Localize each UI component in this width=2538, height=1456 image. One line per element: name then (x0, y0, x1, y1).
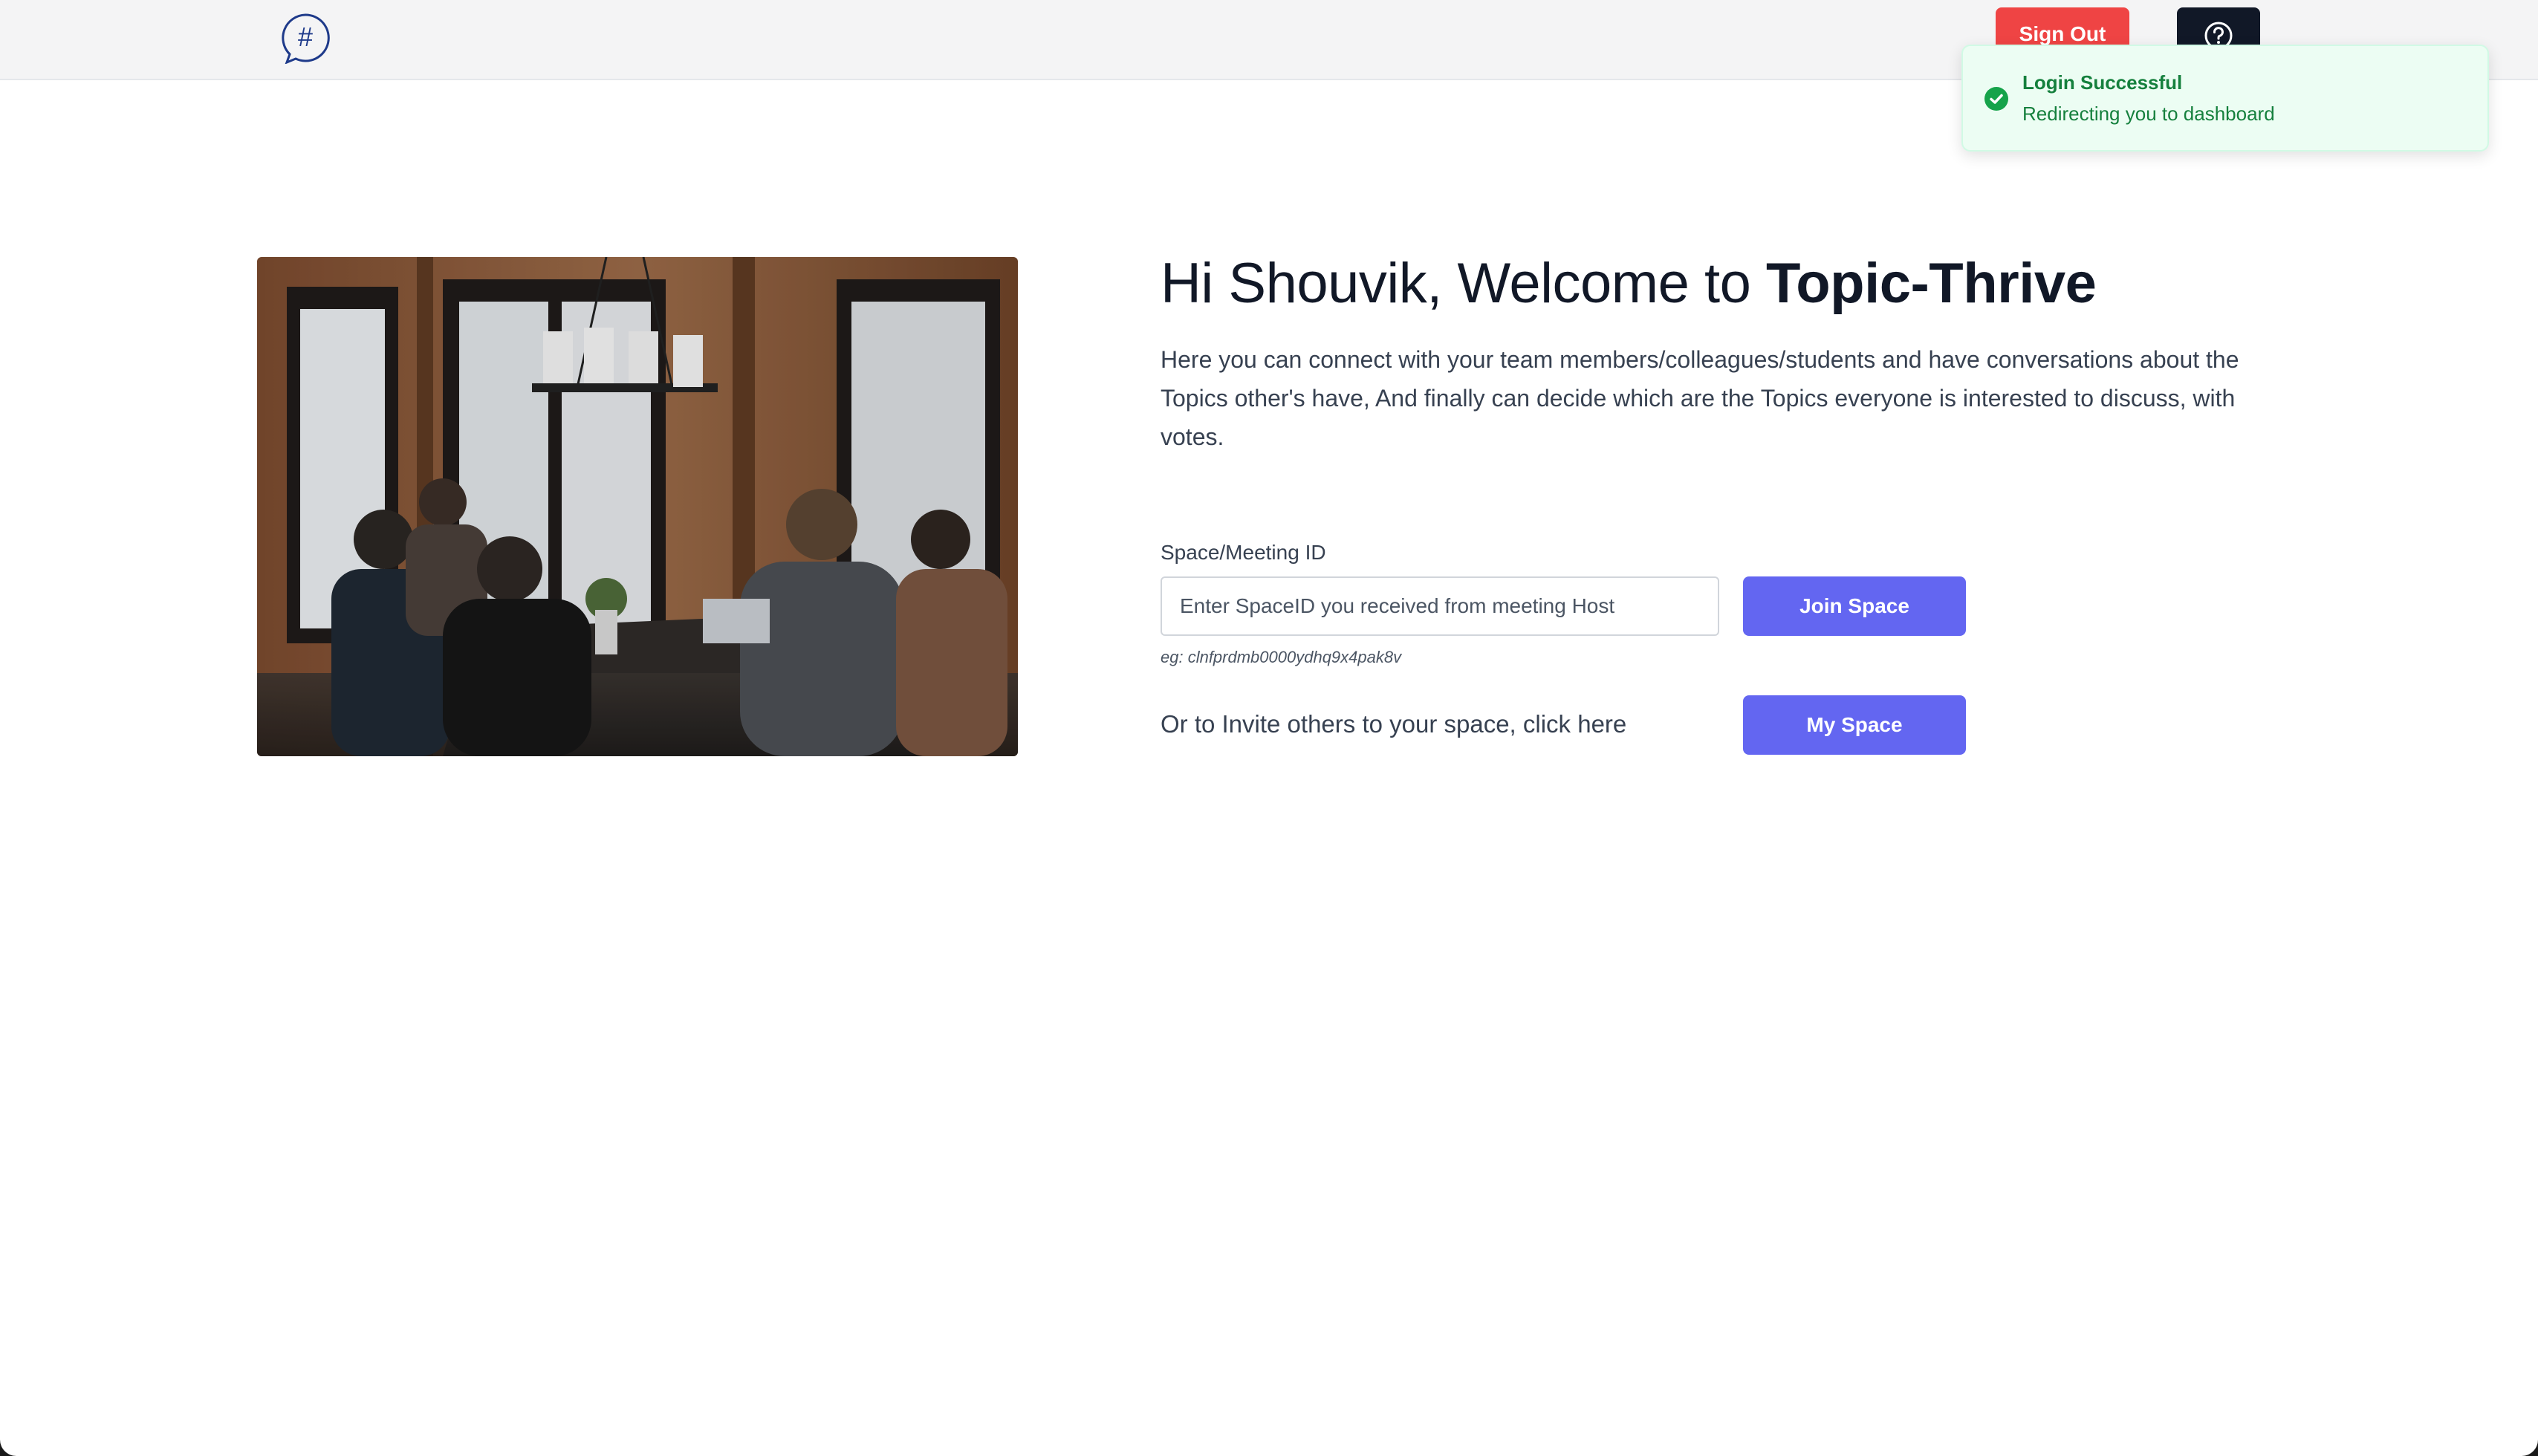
welcome-greeting: Hi Shouvik, Welcome to (1161, 252, 1766, 315)
my-space-button[interactable]: My Space (1743, 695, 1966, 755)
svg-text:#: # (298, 22, 313, 52)
space-id-label: Space/Meeting ID (1161, 541, 1326, 564)
join-space-button[interactable]: Join Space (1743, 576, 1966, 636)
check-circle-icon (1984, 86, 2009, 115)
toast-title: Login Successful (2022, 71, 2183, 94)
hashtag-logo-icon[interactable]: # (279, 12, 331, 65)
invite-text: Or to Invite others to your space, click… (1161, 710, 1627, 738)
page: # Sign Out Hi Shouvik, Welcome to Topic-… (0, 0, 2538, 1456)
app-name: Topic-Thrive (1765, 252, 2097, 315)
welcome-heading: Hi Shouvik, Welcome to Topic-Thrive (1161, 251, 2349, 316)
space-id-input[interactable] (1161, 576, 1719, 636)
team-meeting-photo (257, 257, 1018, 756)
welcome-description: Here you can connect with your team memb… (1161, 346, 2239, 450)
login-success-toast: Login Successful Redirecting you to dash… (1961, 45, 2489, 152)
space-id-hint: eg: clnfprdmb0000ydhq9x4pak8v (1161, 648, 1402, 666)
toast-message: Redirecting you to dashboard (2022, 103, 2275, 125)
